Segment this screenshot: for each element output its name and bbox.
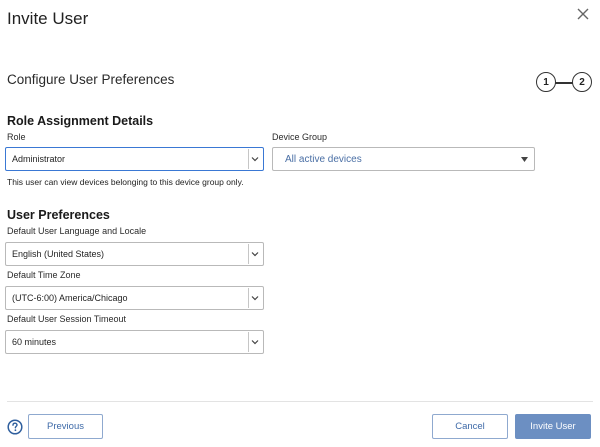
role-select[interactable]: Administrator xyxy=(5,147,264,171)
language-select-button[interactable] xyxy=(248,244,261,264)
chevron-down-icon xyxy=(251,296,259,301)
chevron-down-icon xyxy=(251,340,259,345)
timezone-select-button[interactable] xyxy=(248,288,261,308)
timezone-select[interactable]: (UTC-6:00) America/Chicago xyxy=(5,286,264,310)
language-label: Default User Language and Locale xyxy=(7,226,147,236)
device-group-select[interactable]: All active devices xyxy=(272,147,535,171)
role-section-heading: Role Assignment Details xyxy=(7,114,154,128)
close-button[interactable] xyxy=(573,4,593,24)
chevron-down-icon xyxy=(251,157,259,162)
timezone-value: (UTC-6:00) America/Chicago xyxy=(12,293,128,303)
timeout-select[interactable]: 60 minutes xyxy=(5,330,264,354)
close-icon xyxy=(577,8,589,20)
role-value: Administrator xyxy=(12,154,66,164)
chevron-down-icon xyxy=(251,252,259,257)
previous-button[interactable]: Previous xyxy=(28,414,103,439)
device-group-label: Device Group xyxy=(272,132,328,142)
step-indicator: 1 2 xyxy=(536,72,592,92)
language-value: English (United States) xyxy=(12,249,105,259)
device-group-helper-text: This user can view devices belonging to … xyxy=(7,177,244,187)
timeout-value: 60 minutes xyxy=(12,337,57,347)
help-icon xyxy=(7,419,23,435)
help-button[interactable] xyxy=(7,419,23,435)
role-label: Role xyxy=(7,132,26,142)
dialog-title: Invite User xyxy=(7,9,89,28)
page-subtitle: Configure User Preferences xyxy=(7,72,175,87)
step-2: 2 xyxy=(572,72,592,92)
caret-down-icon xyxy=(520,156,528,162)
timeout-label: Default User Session Timeout xyxy=(7,314,127,324)
timeout-select-button[interactable] xyxy=(248,332,261,352)
language-select[interactable]: English (United States) xyxy=(5,242,264,266)
timezone-label: Default Time Zone xyxy=(7,270,81,280)
role-select-button[interactable] xyxy=(248,149,261,169)
footer-divider xyxy=(7,401,593,402)
device-group-value: All active devices xyxy=(285,153,362,165)
step-1: 1 xyxy=(536,72,556,92)
preferences-section-heading: User Preferences xyxy=(7,208,110,222)
invite-user-button[interactable]: Invite User xyxy=(515,414,591,439)
cancel-button[interactable]: Cancel xyxy=(432,414,508,439)
device-group-dropdown-arrow[interactable] xyxy=(514,156,534,162)
step-connector xyxy=(554,82,574,84)
